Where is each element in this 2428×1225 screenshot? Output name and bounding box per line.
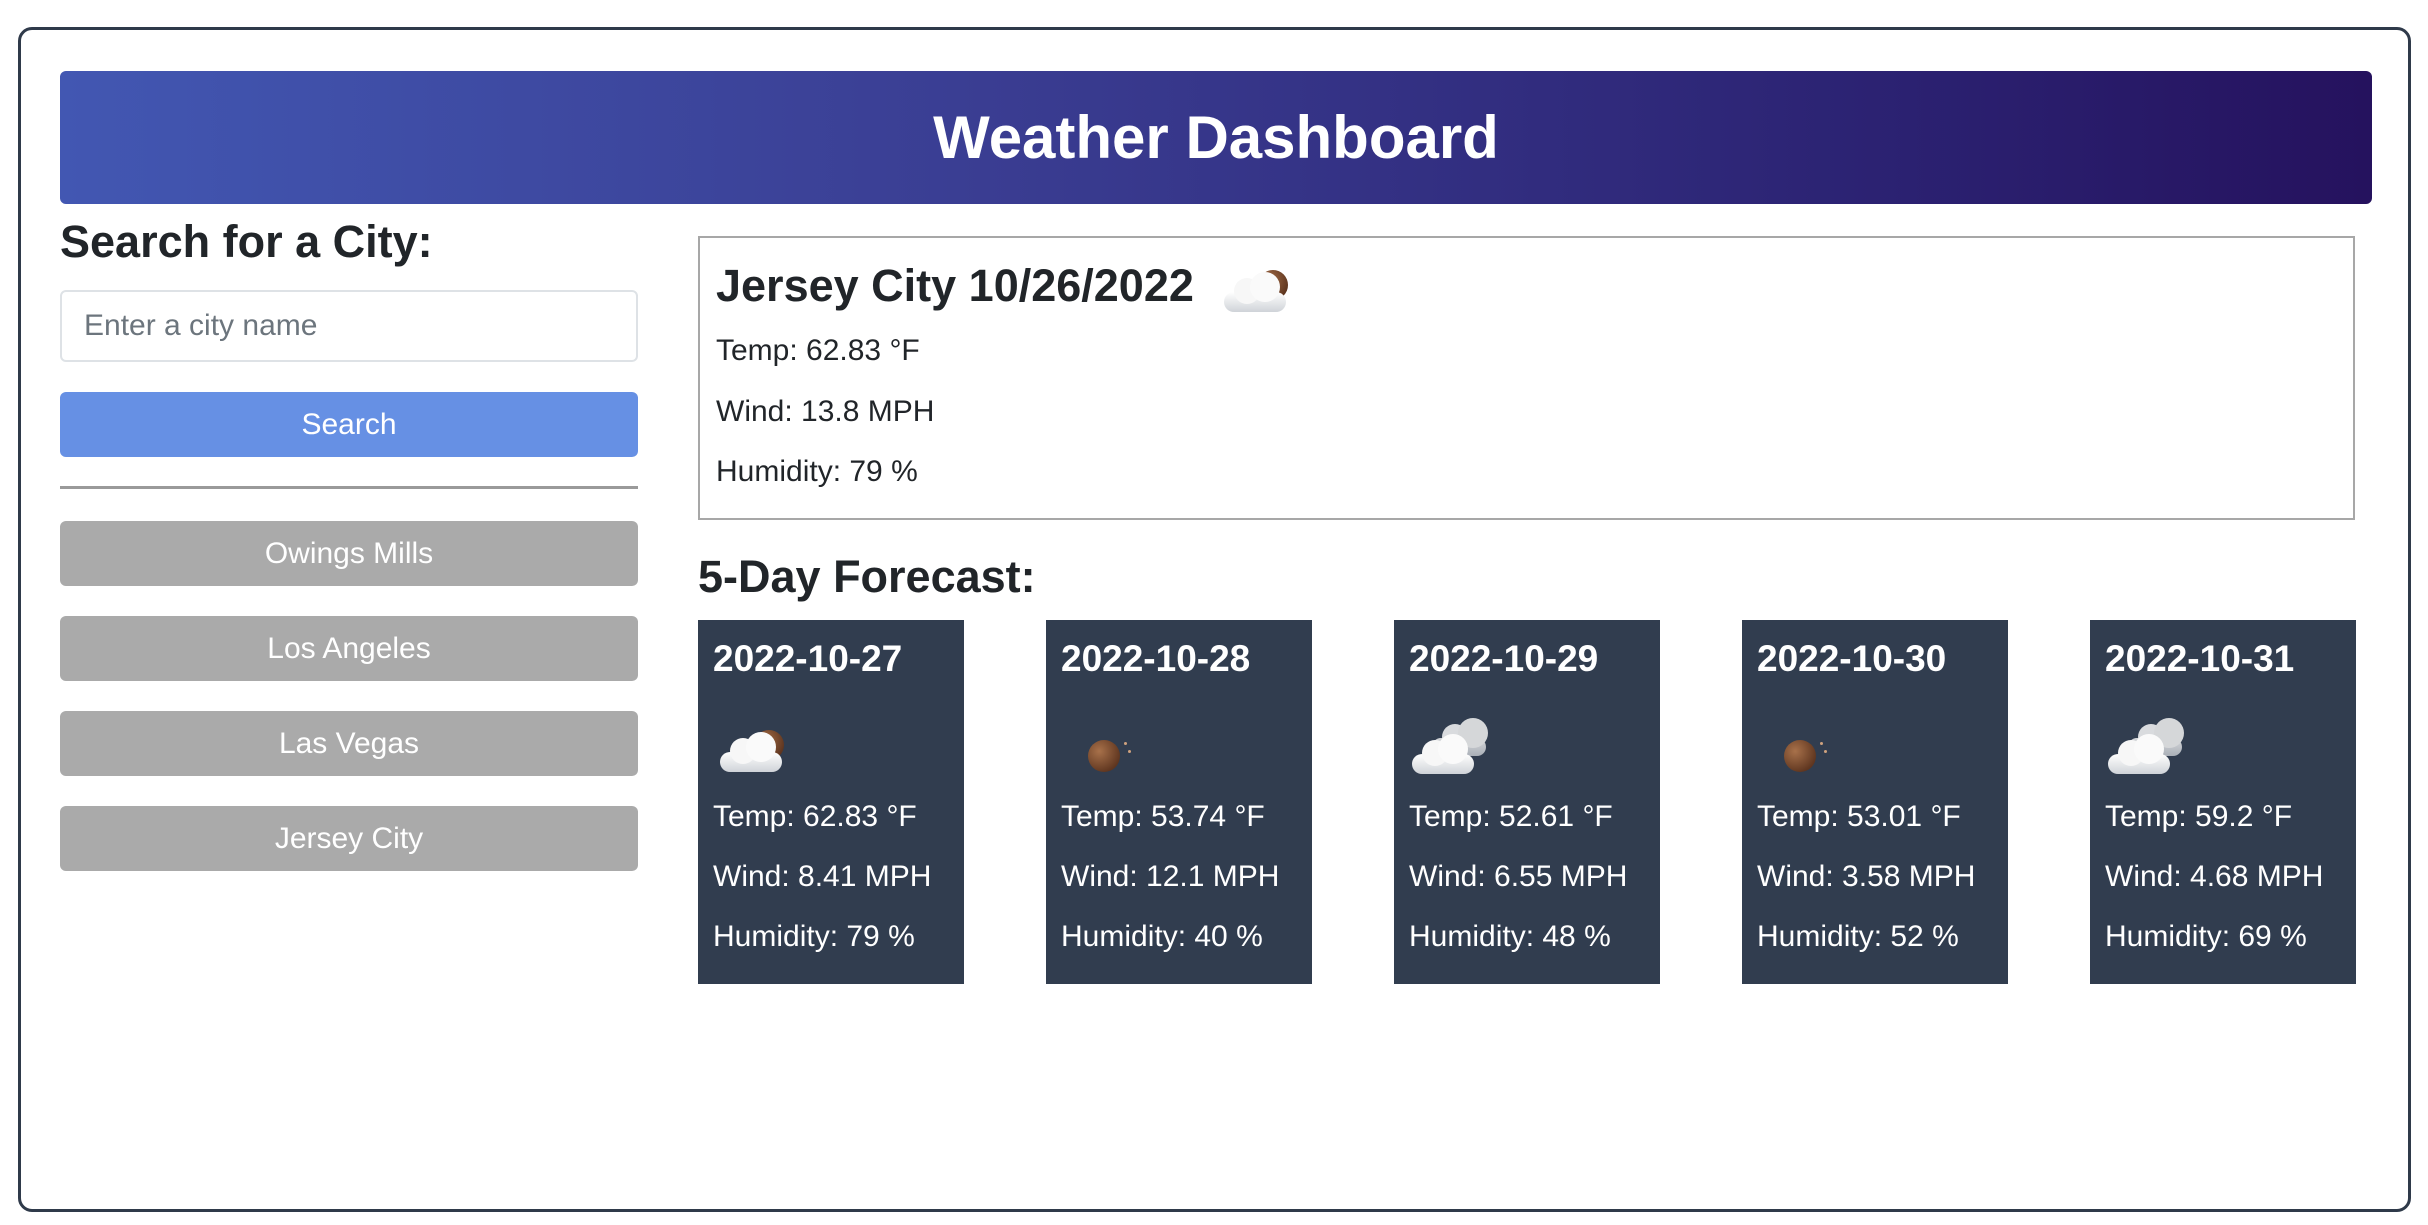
forecast-temp: Temp: 62.83 °F [713,800,917,833]
forecast-card: 2022-10-27 Temp: 62.83 °F Wind: 8.41 MPH… [698,620,964,984]
search-button[interactable]: Search [60,392,638,457]
forecast-card: 2022-10-28 Temp: 53.74 °F Wind: 12.1 MPH… [1046,620,1312,984]
broken-clouds-icon [2106,716,2186,776]
clear-night-icon [1758,716,1838,776]
forecast-card: 2022-10-29 Temp: 52.61 °F Wind: 6.55 MPH… [1394,620,1660,984]
search-heading: Search for a City: [60,216,433,267]
forecast-humidity: Humidity: 40 % [1061,920,1263,953]
forecast-wind: Wind: 8.41 MPH [713,860,932,893]
forecast-wind: Wind: 6.55 MPH [1409,860,1628,893]
forecast-card: 2022-10-30 Temp: 53.01 °F Wind: 3.58 MPH… [1742,620,2008,984]
clear-night-icon [1062,716,1142,776]
current-humidity: Humidity: 79 % [716,455,918,488]
page-title: Weather Dashboard [933,104,1499,171]
forecast-humidity: Humidity: 48 % [1409,920,1611,953]
forecast-temp: Temp: 52.61 °F [1409,800,1613,833]
current-temp: Temp: 62.83 °F [716,334,920,367]
broken-clouds-icon [1410,716,1490,776]
forecast-date: 2022-10-27 [713,638,903,679]
forecast-temp: Temp: 53.01 °F [1757,800,1961,833]
forecast-date: 2022-10-31 [2105,638,2295,679]
forecast-humidity: Humidity: 69 % [2105,920,2307,953]
history-button-owings-mills[interactable]: Owings Mills [60,521,638,586]
forecast-wind: Wind: 4.68 MPH [2105,860,2324,893]
page-header: Weather Dashboard [60,71,2372,204]
forecast-card: 2022-10-31 Temp: 59.2 °F Wind: 4.68 MPH … [2090,620,2356,984]
forecast-humidity: Humidity: 52 % [1757,920,1959,953]
forecast-wind: Wind: 12.1 MPH [1061,860,1280,893]
current-weather-card: Jersey City 10/26/2022 Temp: 62.83 °F Wi… [698,236,2355,520]
history-button-los-angeles[interactable]: Los Angeles [60,616,638,681]
history-button-jersey-city[interactable]: Jersey City [60,806,638,871]
sidebar-divider [60,486,638,489]
history-button-las-vegas[interactable]: Las Vegas [60,711,638,776]
forecast-date: 2022-10-30 [1757,638,1947,679]
forecast-date: 2022-10-29 [1409,638,1599,679]
current-wind: Wind: 13.8 MPH [716,395,935,428]
forecast-temp: Temp: 53.74 °F [1061,800,1265,833]
forecast-humidity: Humidity: 79 % [713,920,915,953]
forecast-heading: 5-Day Forecast: [698,551,1036,602]
current-city-title: Jersey City 10/26/2022 [716,260,1194,311]
few-clouds-night-icon [1218,256,1298,316]
forecast-date: 2022-10-28 [1061,638,1251,679]
few-clouds-night-icon [714,716,794,776]
city-search-input[interactable] [60,290,638,362]
forecast-wind: Wind: 3.58 MPH [1757,860,1976,893]
forecast-temp: Temp: 59.2 °F [2105,800,2293,833]
